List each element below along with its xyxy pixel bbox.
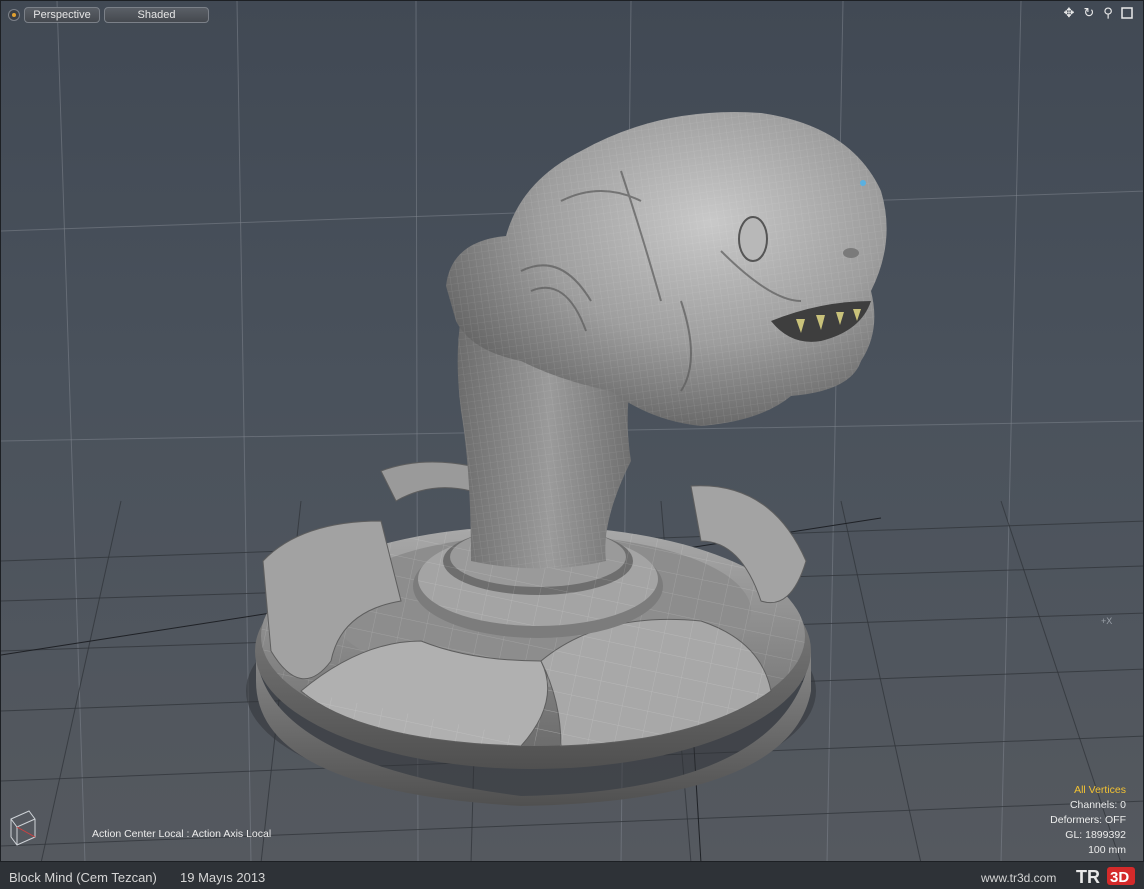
action-center-readout: Action Center Local : Action Axis Local	[92, 828, 272, 840]
creature-eye	[738, 216, 768, 262]
selection-mode-readout: All Vertices	[1074, 784, 1126, 796]
channels-readout: Channels: 0	[1069, 799, 1126, 811]
move-view-icon[interactable]: ✥	[1061, 6, 1077, 22]
tr3d-logo: TR 3D	[1076, 867, 1135, 887]
projection-dropdown[interactable]: Perspective	[24, 7, 100, 23]
website-link[interactable]: www.tr3d.com	[981, 871, 1056, 885]
rotate-view-icon[interactable]: ↻	[1081, 6, 1097, 22]
axis-label: +X	[1101, 616, 1112, 626]
grid-scale-readout: 100 mm	[1088, 844, 1126, 856]
svg-text:3D: 3D	[1110, 869, 1129, 886]
deformers-readout: Deformers: OFF	[1050, 814, 1126, 826]
zoom-view-icon[interactable]: ⚲	[1100, 6, 1116, 22]
3d-viewport[interactable]: +X Perspective Shaded ✥ ↻ ⚲ All Vertices…	[0, 0, 1144, 862]
footer-bar: Block Mind (Cem Tezcan) 19 Mayıs 2013 ww…	[0, 862, 1144, 889]
date-label: 19 Mayıs 2013	[180, 870, 266, 885]
axis-gizmo	[10, 810, 36, 846]
author-credit: Block Mind (Cem Tezcan)	[9, 870, 157, 885]
maximize-view-icon[interactable]	[1119, 6, 1135, 22]
scene-render[interactable]: +X	[1, 1, 1144, 862]
svg-text:TR: TR	[1076, 867, 1100, 887]
gl-count-readout: GL: 1899392	[1065, 829, 1126, 841]
shading-dropdown[interactable]: Shaded	[104, 7, 209, 23]
viewport-options-icon[interactable]	[8, 9, 20, 21]
